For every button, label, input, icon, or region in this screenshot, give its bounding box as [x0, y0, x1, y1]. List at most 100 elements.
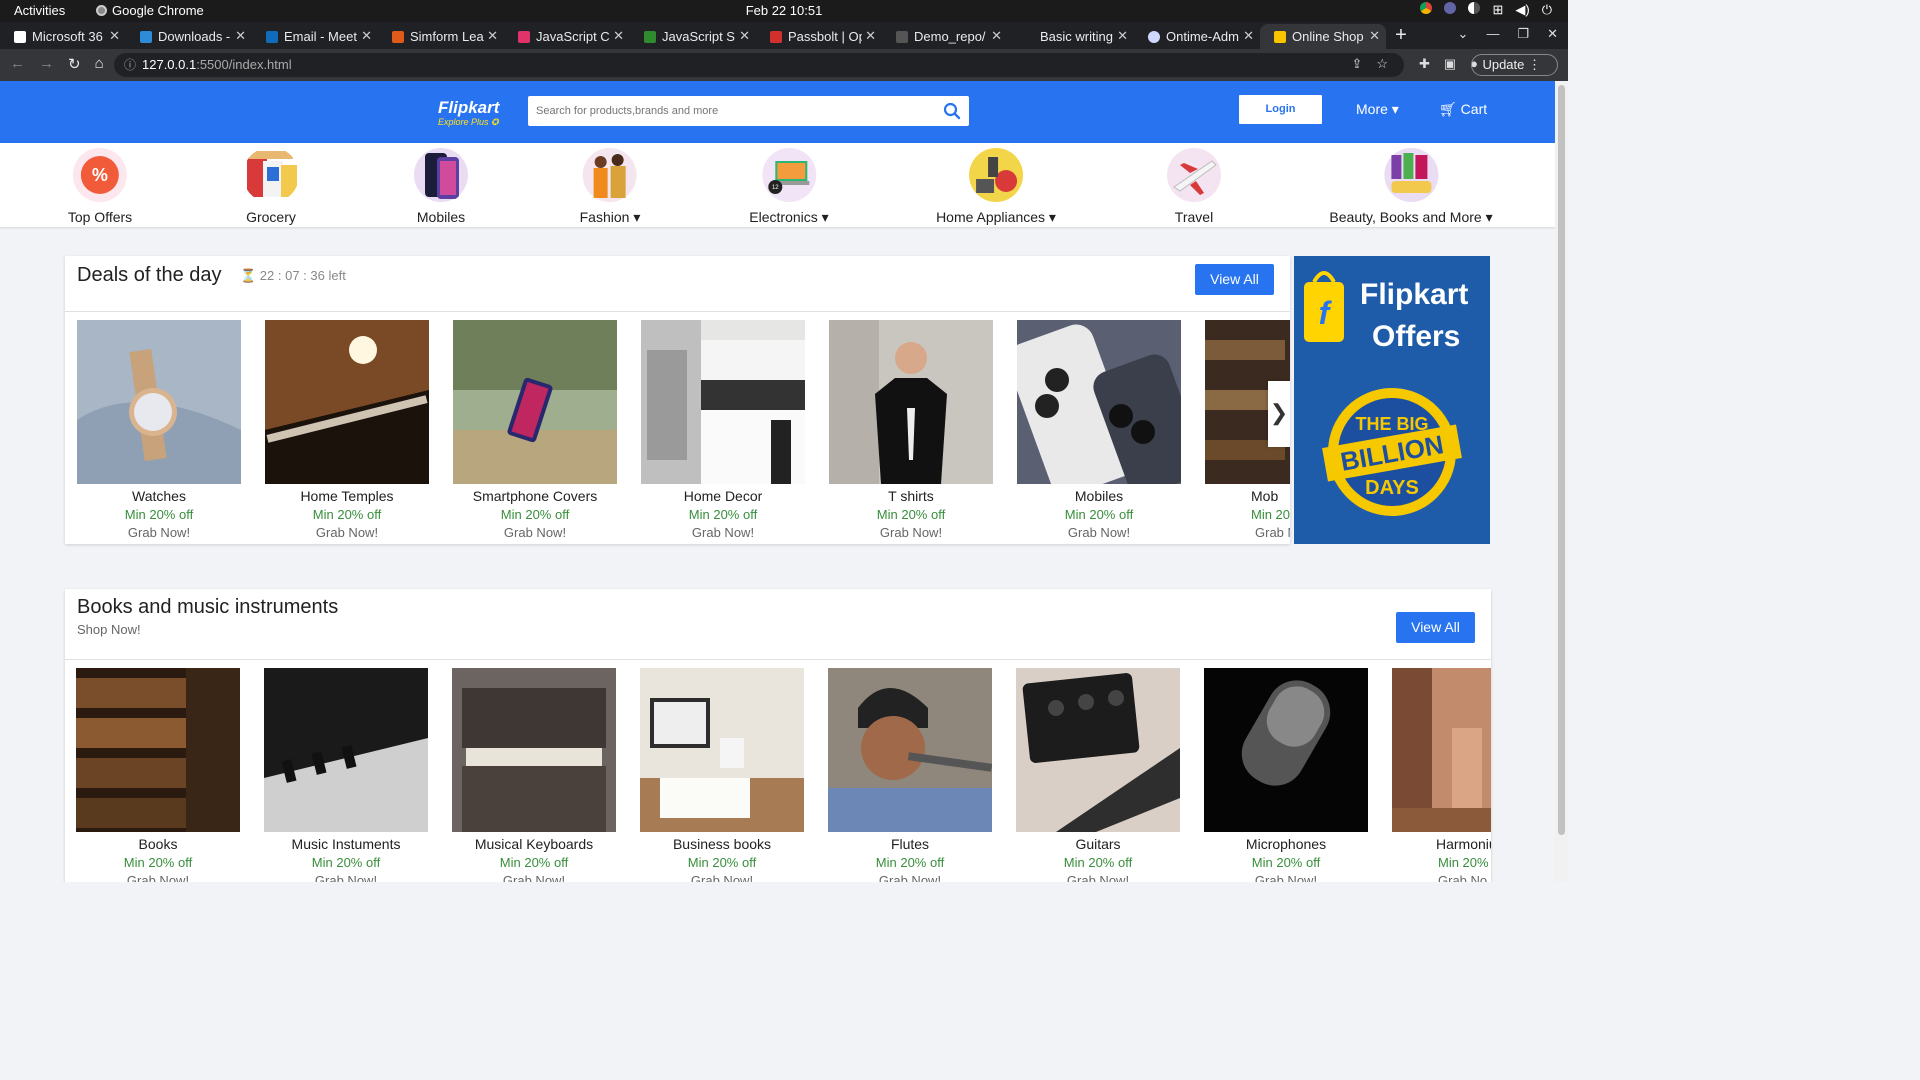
system-tray[interactable]: ⊞ ◀) ⏻	[1420, 2, 1552, 18]
category-beauty-books-more[interactable]: Beauty, Books and More ▾	[1329, 147, 1493, 226]
scrollbar-thumb[interactable]	[1558, 85, 1565, 835]
product-card[interactable]: Guitars Min 20% off Grab Now!	[1016, 668, 1180, 882]
product-card[interactable]: Books Min 20% off Grab Now!	[76, 668, 240, 882]
category-mobiles[interactable]: Mobiles	[413, 147, 469, 225]
product-card[interactable]: Smartphone Covers Min 20% off Grab Now!	[453, 320, 617, 540]
product-card[interactable]: Flutes Min 20% off Grab Now!	[828, 668, 992, 882]
product-cta: Grab Now!	[1254, 873, 1318, 882]
browser-tab[interactable]: Demo_repo/ ✕	[882, 24, 1008, 49]
banner-brand: Flipkart	[1360, 278, 1468, 311]
category-grocery[interactable]: Grocery	[243, 147, 299, 225]
restore-icon[interactable]: ❐	[1517, 26, 1529, 42]
page-viewport: Flipkart Explore Plus ✪ Login More ▾ 🛒︎ …	[0, 81, 1555, 882]
product-card[interactable]: Musical Keyboards Min 20% off Grab Now!	[452, 668, 616, 882]
close-tab-icon[interactable]: ✕	[739, 28, 750, 44]
share-icon[interactable]: ⇪	[1351, 56, 1362, 72]
site-info-icon[interactable]: ⓘ	[124, 53, 136, 77]
side-panel-icon[interactable]: ▣	[1444, 56, 1456, 72]
network-icon[interactable]: ⊞	[1492, 2, 1503, 18]
browser-tab[interactable]: Passbolt | Op ✕	[756, 24, 882, 49]
flipkart-offers-banner[interactable]: f Flipkart Offers THE BIG BILLION DAYS	[1294, 256, 1490, 544]
active-app-menu[interactable]: Google Chrome	[96, 3, 204, 18]
product-card[interactable]: Harmoniu Min 20% Grab No	[1392, 668, 1491, 882]
close-tab-icon[interactable]: ✕	[487, 28, 498, 44]
tab-favicon-icon	[896, 30, 908, 43]
reload-icon[interactable]: ↻	[68, 55, 81, 73]
search-icon[interactable]	[943, 102, 961, 120]
carousel-next-arrow-icon[interactable]: ❯	[1268, 381, 1290, 447]
product-offer: Min 20% off	[688, 507, 758, 522]
product-card[interactable]: Home Temples Min 20% off Grab Now!	[265, 320, 429, 540]
activities-button[interactable]: Activities	[14, 3, 65, 18]
view-all-button[interactable]: View All	[1195, 264, 1274, 295]
tab-label: JavaScript S	[662, 29, 735, 44]
category-top-offers[interactable]: % Top Offers	[68, 147, 132, 225]
product-offer: Min 20% off	[500, 507, 570, 522]
browser-tab[interactable]: Simform Lea ✕	[378, 24, 504, 49]
t-shirt-image	[829, 320, 993, 484]
volume-icon[interactable]: ◀)	[1515, 2, 1529, 18]
tab-search-chevron-icon[interactable]: ⌄	[1458, 26, 1469, 42]
flipkart-logo[interactable]: Flipkart Explore Plus ✪	[438, 98, 499, 128]
browser-tab-active[interactable]: Online Shop ✕	[1260, 24, 1386, 49]
product-name: Home Decor	[683, 488, 763, 504]
address-bar[interactable]: ⓘ 127.0.0.1:5500/index.html	[114, 53, 1404, 77]
search-input[interactable]	[528, 96, 928, 126]
close-tab-icon[interactable]: ✕	[865, 28, 876, 44]
close-tab-icon[interactable]: ✕	[991, 28, 1002, 44]
close-tab-icon[interactable]: ✕	[361, 28, 372, 44]
offers-banner-art: f Flipkart Offers THE BIG BILLION DAYS	[1304, 271, 1468, 516]
close-tab-icon[interactable]: ✕	[109, 28, 120, 44]
product-card[interactable]: Microphones Min 20% off Grab Now!	[1204, 668, 1368, 882]
teams-icon[interactable]	[1444, 2, 1457, 14]
browser-tab[interactable]: Email - Meet ✕	[252, 24, 378, 49]
product-card[interactable]: Home Decor Min 20% off Grab Now!	[641, 320, 805, 540]
back-icon[interactable]: ←	[10, 55, 25, 73]
view-all-button[interactable]: View All	[1396, 612, 1475, 643]
category-home-appliances[interactable]: Home Appliances ▾	[936, 147, 1056, 226]
home-icon[interactable]: ⌂	[95, 55, 104, 73]
category-label: Top Offers	[67, 209, 133, 225]
chrome-tray-icon[interactable]	[1420, 2, 1433, 14]
extension-area: ✚ ▣ ●	[1419, 56, 1478, 72]
close-tab-icon[interactable]: ✕	[613, 28, 624, 44]
page-scrollbar[interactable]	[1555, 81, 1568, 882]
update-button[interactable]: Update ⋮	[1471, 54, 1558, 76]
power-icon[interactable]: ⏻	[1542, 2, 1552, 18]
category-fashion[interactable]: Fashion ▾	[580, 147, 640, 226]
login-button[interactable]: Login	[1239, 95, 1322, 124]
browser-tab[interactable]: Ontime-Adm ✕	[1134, 24, 1260, 49]
browser-tab[interactable]: Downloads - ✕	[126, 24, 252, 49]
browser-tab[interactable]: JavaScript C ✕	[504, 24, 630, 49]
close-tab-icon[interactable]: ✕	[1369, 28, 1380, 44]
browser-tab[interactable]: Basic writing ✕	[1008, 24, 1134, 49]
cart-link[interactable]: 🛒︎ Cart	[1439, 101, 1487, 118]
category-bar: % Top Offers Grocery Mobiles Fashion ▾ 1…	[0, 143, 1555, 227]
extensions-puzzle-icon[interactable]: ✚	[1419, 56, 1430, 72]
close-tab-icon[interactable]: ✕	[235, 28, 246, 44]
product-card[interactable]: Business books Min 20% off Grab Now!	[640, 668, 804, 882]
product-card[interactable]: Music Instuments Min 20% off Grab Now!	[264, 668, 428, 882]
more-menu[interactable]: More ▾	[1356, 101, 1399, 118]
night-light-icon[interactable]	[1468, 2, 1481, 14]
product-cta: Grab Now!	[878, 873, 942, 882]
product-card[interactable]: Mobiles Min 20% off Grab Now!	[1017, 320, 1181, 540]
product-card[interactable]: Watches Min 20% off Grab Now!	[77, 320, 241, 540]
minimize-icon[interactable]: —	[1486, 26, 1499, 42]
section-title: Deals of the day	[77, 264, 222, 286]
category-electronics[interactable]: 12 Electronics ▾	[749, 147, 829, 226]
forward-icon[interactable]: →	[39, 55, 54, 73]
product-card[interactable]: T shirts Min 20% off Grab Now!	[829, 320, 993, 540]
new-tab-plus-icon[interactable]: +	[1386, 24, 1416, 49]
close-tab-icon[interactable]: ✕	[1243, 28, 1254, 44]
close-window-icon[interactable]: ✕	[1547, 26, 1558, 42]
close-tab-icon[interactable]: ✕	[1117, 28, 1128, 44]
browser-tab[interactable]: JavaScript S ✕	[630, 24, 756, 49]
product-offer: Min 20%	[1438, 855, 1489, 870]
badge-line3: DAYS	[1365, 477, 1419, 499]
browser-tab[interactable]: Microsoft 36 ✕	[0, 24, 126, 49]
bookmark-star-icon[interactable]: ☆	[1376, 56, 1388, 72]
product-cta: Grab Now!	[690, 873, 754, 882]
section-divider	[65, 311, 1290, 312]
category-travel[interactable]: Travel	[1166, 147, 1222, 225]
